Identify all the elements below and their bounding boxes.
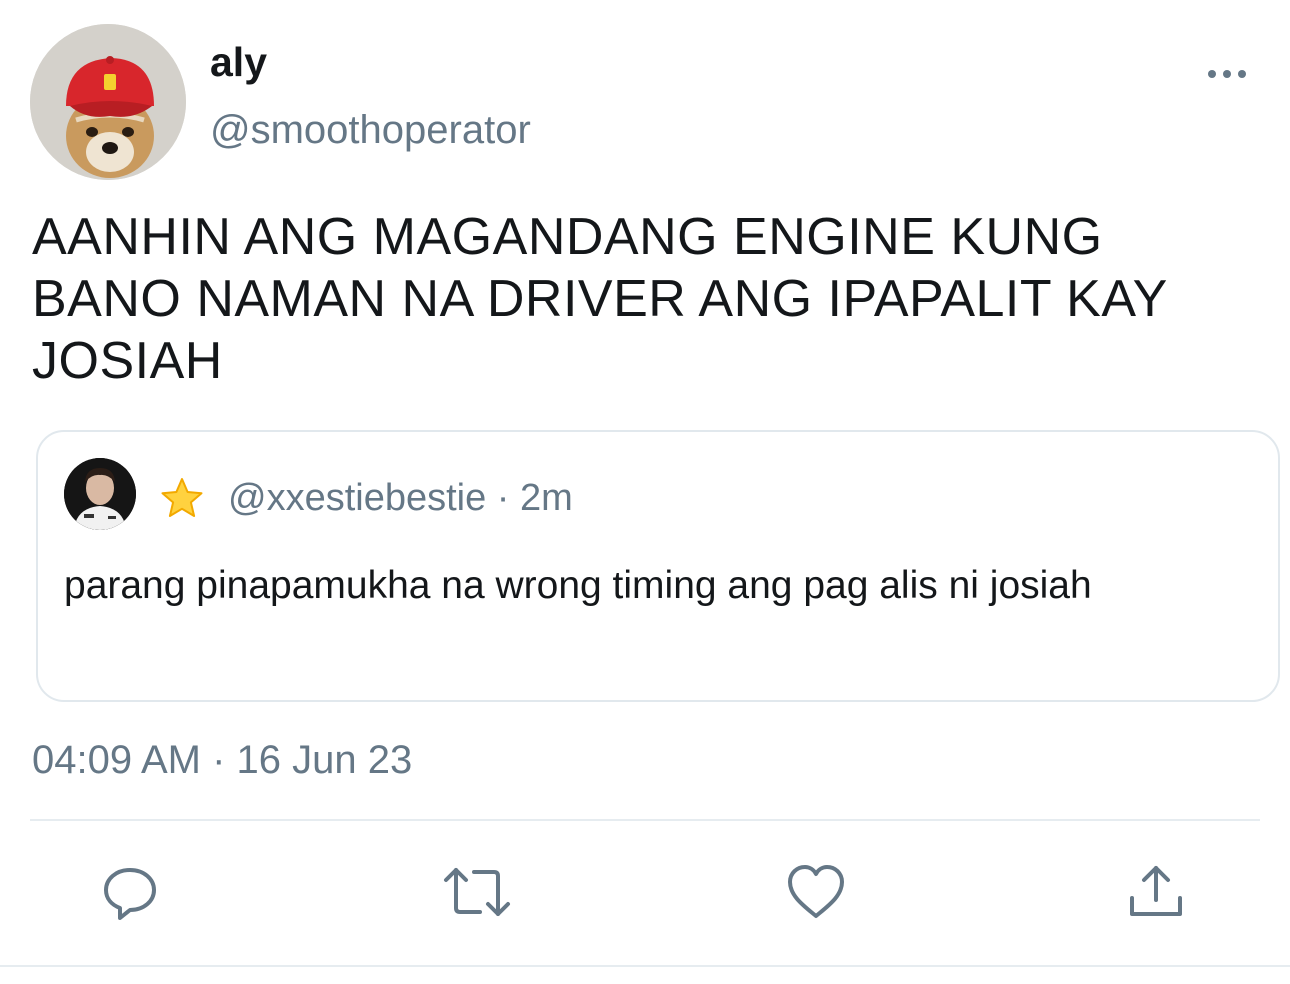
author-avatar[interactable] [30,24,186,180]
tweet-timestamp[interactable]: 04:09 AM · 16 Jun 23 [32,736,412,784]
star-emoji-icon [160,476,204,520]
heart-icon [788,865,844,918]
tweet-text: AANHIN ANG MAGANDANG ENGINE KUNG BANO NA… [32,208,1167,390]
retweet-arrows-icon [444,868,510,916]
more-options-icon[interactable] [1206,64,1248,84]
driver-portrait-image [64,458,136,530]
like-button[interactable] [786,862,846,922]
quoted-tweet-card[interactable]: @xxestiebestie · 2m parang pinapamukha n… [36,430,1280,702]
retweet-button[interactable] [442,862,512,922]
shiba-dog-avatar-image [30,24,186,180]
quoted-author-avatar[interactable] [64,458,136,530]
quoted-tweet-header[interactable]: @xxestiebestie · 2m [228,476,573,520]
quoted-tweet-text: parang pinapamukha na wrong timing ang p… [64,564,1092,607]
share-upload-icon [1130,866,1182,916]
reply-button[interactable] [100,862,160,922]
author-display-name[interactable]: aly [210,38,267,86]
action-bar-divider [30,819,1260,821]
share-button[interactable] [1126,862,1186,922]
author-handle[interactable]: @smoothoperator [210,106,531,154]
bottom-divider [0,965,1290,967]
speech-bubble-icon [104,868,156,920]
